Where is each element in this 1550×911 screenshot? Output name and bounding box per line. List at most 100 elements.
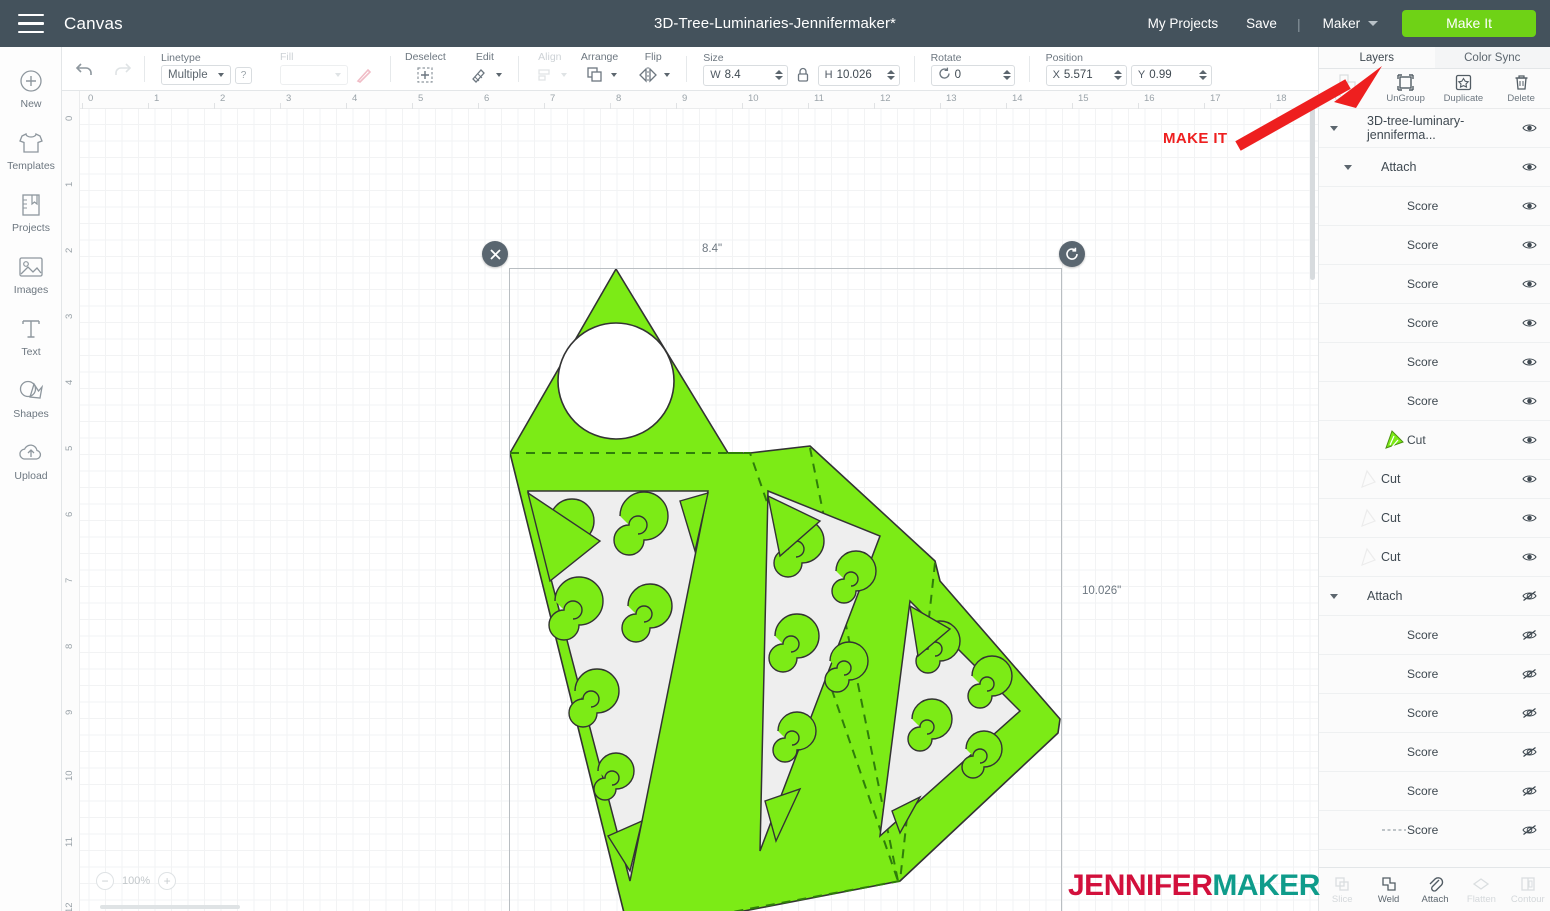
horizontal-ruler[interactable]: 0 1 2 3 4 5 6 7 8 9 10 11 12 13 14 15 16 17 18 xyxy=(62,91,1318,109)
width-field[interactable]: W xyxy=(703,64,788,86)
linetype-help-button[interactable]: ? xyxy=(235,66,252,84)
aspect-lock-button[interactable] xyxy=(792,67,814,83)
rotate-handle[interactable] xyxy=(1059,241,1085,267)
chevron-down-icon[interactable] xyxy=(664,73,671,77)
eye-hidden-icon[interactable] xyxy=(1518,785,1540,797)
position-x-field[interactable]: X xyxy=(1045,64,1127,86)
eye-hidden-icon[interactable] xyxy=(1518,824,1540,836)
position-y-field[interactable]: Y xyxy=(1130,64,1213,86)
layer-row-score[interactable]: Score xyxy=(1319,226,1550,265)
chevron-down-icon[interactable] xyxy=(610,73,617,77)
eye-visible-icon[interactable] xyxy=(1518,473,1540,485)
chevron-down-icon[interactable] xyxy=(495,73,502,77)
eye-visible-icon[interactable] xyxy=(1518,551,1540,563)
eye-hidden-icon[interactable] xyxy=(1518,590,1540,602)
layer-row-score[interactable]: Score xyxy=(1319,694,1550,733)
layer-row-cut[interactable]: Cut xyxy=(1319,538,1550,577)
height-field[interactable]: H xyxy=(817,64,900,86)
blank-canvas-row[interactable]: Blank Canvas xyxy=(1319,850,1550,857)
eye-visible-icon[interactable] xyxy=(1518,356,1540,368)
height-input[interactable] xyxy=(836,69,883,81)
canvas-area[interactable]: 8.4" 10.026" 0 1 2 3 4 5 6 7 8 9 10 11 1… xyxy=(62,91,1318,911)
layer-row-attach[interactable]: Attach xyxy=(1319,148,1550,187)
eye-visible-icon[interactable] xyxy=(1518,239,1540,251)
ungroup-button[interactable]: UnGroup xyxy=(1377,69,1435,108)
position-y-stepper[interactable] xyxy=(1199,70,1208,80)
sidebar-item-new[interactable]: New xyxy=(0,57,62,119)
layer-row-score[interactable]: Score xyxy=(1319,811,1550,850)
twisty-toggle[interactable] xyxy=(1327,125,1341,131)
rotate-input[interactable] xyxy=(954,69,999,81)
undo-button[interactable] xyxy=(72,58,96,80)
delete-handle[interactable] xyxy=(482,241,508,267)
eye-visible-icon[interactable] xyxy=(1518,317,1540,329)
eye-hidden-icon[interactable] xyxy=(1518,746,1540,758)
machine-selector[interactable]: Maker xyxy=(1307,16,1389,31)
edit-button[interactable] xyxy=(468,64,492,86)
sidebar-item-shapes[interactable]: Shapes xyxy=(0,367,62,429)
redo-button[interactable] xyxy=(110,58,134,80)
eye-hidden-icon[interactable] xyxy=(1518,707,1540,719)
brush-icon[interactable] xyxy=(352,64,376,86)
contour-button[interactable]: Contour xyxy=(1505,868,1550,911)
eye-visible-icon[interactable] xyxy=(1518,278,1540,290)
deselect-button[interactable] xyxy=(413,64,437,86)
delete-button[interactable]: Delete xyxy=(1492,69,1550,108)
width-stepper[interactable] xyxy=(774,70,783,80)
layer-row-3d-tree-luminary-jenniferma[interactable]: 3D-tree-luminary-jenniferma... xyxy=(1319,109,1550,148)
weld-button[interactable]: Weld xyxy=(1365,868,1411,911)
layer-row-score[interactable]: Score xyxy=(1319,733,1550,772)
my-projects-link[interactable]: My Projects xyxy=(1134,16,1233,31)
layer-row-score[interactable]: Score xyxy=(1319,343,1550,382)
layer-row-score[interactable]: Score xyxy=(1319,187,1550,226)
sidebar-item-text[interactable]: Text xyxy=(0,305,62,367)
sidebar-item-upload[interactable]: Upload xyxy=(0,429,62,491)
vertical-scrollbar[interactable] xyxy=(1310,100,1315,280)
sidebar-item-projects[interactable]: Projects xyxy=(0,181,62,243)
rotate-field[interactable] xyxy=(930,64,1015,86)
layer-row-cut[interactable]: Cut xyxy=(1319,460,1550,499)
zoom-in-button[interactable]: + xyxy=(158,872,177,890)
sidebar-item-images[interactable]: Images xyxy=(0,243,62,305)
rotate-stepper[interactable] xyxy=(1002,70,1011,80)
layer-row-score[interactable]: Score xyxy=(1319,265,1550,304)
make-it-button[interactable]: Make It xyxy=(1402,10,1536,37)
layer-row-score[interactable]: Score xyxy=(1319,304,1550,343)
flip-button[interactable] xyxy=(636,64,660,86)
fill-select[interactable] xyxy=(280,65,348,85)
layer-row-cut[interactable]: Cut xyxy=(1319,499,1550,538)
layer-row-score[interactable]: Score xyxy=(1319,616,1550,655)
linetype-select[interactable]: Multiple xyxy=(161,65,231,85)
layer-row-attach[interactable]: Attach xyxy=(1319,577,1550,616)
eye-visible-icon[interactable] xyxy=(1518,161,1540,173)
vertical-ruler[interactable]: 0 1 2 3 4 5 6 7 8 9 10 11 12 xyxy=(62,91,80,911)
horizontal-scrollbar[interactable] xyxy=(100,905,240,909)
width-input[interactable] xyxy=(724,69,771,81)
hamburger-menu-button[interactable] xyxy=(0,0,62,47)
layer-row-cut[interactable]: Cut xyxy=(1319,421,1550,460)
layers-list[interactable]: 3D-tree-luminary-jenniferma... Attach Scor… xyxy=(1319,109,1550,857)
layer-row-score[interactable]: Score xyxy=(1319,772,1550,811)
twisty-toggle[interactable] xyxy=(1327,593,1341,599)
attach-button[interactable]: Attach xyxy=(1412,868,1458,911)
arrange-button[interactable] xyxy=(583,64,607,86)
align-button[interactable] xyxy=(533,64,557,86)
slice-button[interactable]: Slice xyxy=(1319,868,1365,911)
tab-color-sync[interactable]: Color Sync xyxy=(1435,47,1550,68)
duplicate-button[interactable]: Duplicate xyxy=(1435,69,1493,108)
position-y-input[interactable] xyxy=(1149,69,1196,81)
group-button[interactable]: Group xyxy=(1319,69,1377,108)
save-button[interactable]: Save xyxy=(1232,16,1291,31)
layer-row-score[interactable]: Score xyxy=(1319,382,1550,421)
eye-hidden-icon[interactable] xyxy=(1518,629,1540,641)
eye-visible-icon[interactable] xyxy=(1518,512,1540,524)
eye-visible-icon[interactable] xyxy=(1518,200,1540,212)
tab-layers[interactable]: Layers xyxy=(1319,47,1435,68)
position-x-input[interactable] xyxy=(1063,69,1110,81)
zoom-out-button[interactable]: − xyxy=(96,872,114,890)
height-stepper[interactable] xyxy=(886,70,895,80)
eye-visible-icon[interactable] xyxy=(1518,122,1540,134)
flatten-button[interactable]: Flatten xyxy=(1458,868,1504,911)
sidebar-item-templates[interactable]: Templates xyxy=(0,119,62,181)
eye-visible-icon[interactable] xyxy=(1518,434,1540,446)
